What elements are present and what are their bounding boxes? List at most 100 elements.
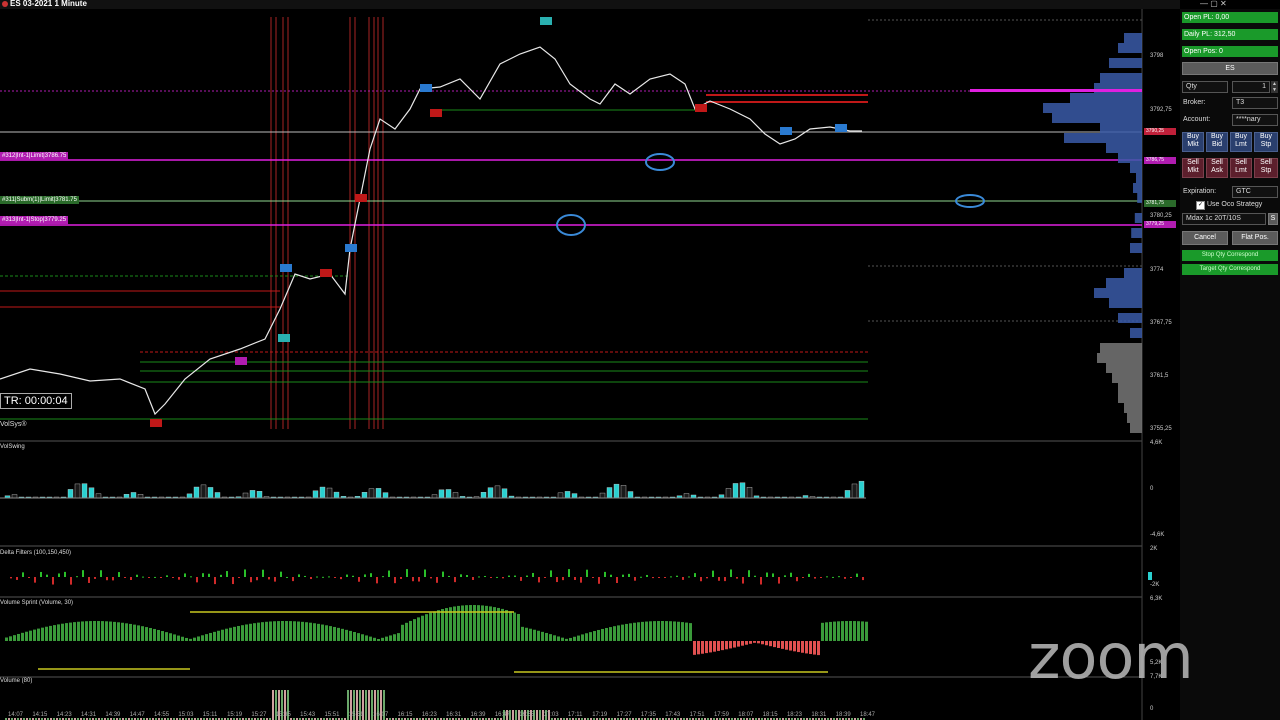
- sprint-bar: [833, 621, 836, 641]
- account-select[interactable]: ****nary: [1232, 114, 1278, 126]
- sprint-bar: [329, 626, 332, 641]
- delta-bar: [760, 577, 762, 585]
- sprint-bar: [141, 626, 144, 641]
- sprint-bar: [497, 607, 500, 641]
- time-label: 18:47: [860, 712, 876, 718]
- strategy-select[interactable]: Mdax 1c 20T/10S: [1182, 213, 1266, 225]
- broker-select[interactable]: T3: [1232, 97, 1278, 109]
- volume-profile-bar: [1118, 313, 1142, 323]
- delta-bar: [118, 572, 120, 577]
- qty-stepper[interactable]: ▲ ▼: [1271, 81, 1278, 93]
- volume-profile-bar: [1043, 103, 1142, 113]
- sprint-bar: [717, 641, 720, 651]
- sprint-bar: [657, 621, 660, 641]
- time-label: 15:19: [227, 712, 243, 718]
- volswing-bar: [11, 494, 18, 499]
- panel-scale: -2K: [1150, 582, 1160, 588]
- delta-bar: [64, 571, 66, 577]
- volume-profile-bar: [1052, 113, 1142, 123]
- qty-mode-select[interactable]: Qty: [1182, 81, 1228, 93]
- instrument-button[interactable]: ES: [1182, 62, 1278, 75]
- volswing-bar: [326, 487, 333, 499]
- sprint-bar: [245, 624, 248, 641]
- sprint-bar: [849, 621, 852, 641]
- panel-scale: 0: [1150, 706, 1154, 712]
- sprint-bar: [669, 621, 672, 641]
- volswing-bar: [452, 492, 459, 499]
- sell-stop-button[interactable]: Sell Stp: [1254, 158, 1278, 178]
- sprint-bar: [509, 611, 512, 641]
- sell-limit-button[interactable]: Sell Lmt: [1230, 158, 1252, 178]
- sprint-bar: [241, 625, 244, 641]
- sprint-bar: [761, 641, 764, 645]
- sprint-bar: [701, 641, 704, 654]
- expiration-select[interactable]: GTC: [1232, 186, 1278, 198]
- strategy-settings-button[interactable]: S: [1268, 213, 1278, 225]
- time-label: 15:59: [348, 712, 364, 718]
- flat-position-button[interactable]: Flat Pos.: [1232, 231, 1278, 245]
- qty-input[interactable]: 1: [1232, 81, 1270, 93]
- sprint-bar: [65, 623, 68, 641]
- sprint-bar: [333, 626, 336, 641]
- volume-bar: [539, 710, 541, 720]
- delta-bar: [838, 576, 840, 578]
- chart-canvas[interactable]: [0, 9, 1180, 720]
- order-tag-limit-311[interactable]: #311|Subm(1)|Limit|3781.75: [0, 196, 79, 204]
- delta-bar: [154, 576, 156, 578]
- delta-bar: [82, 570, 84, 577]
- volswing-bar: [207, 487, 214, 499]
- sprint-bar: [337, 627, 340, 641]
- time-label: 16:39: [470, 712, 486, 718]
- delta-bar: [160, 577, 162, 578]
- signal-box: [355, 194, 367, 202]
- cancel-button[interactable]: Cancel: [1182, 231, 1228, 245]
- sprint-bar: [433, 611, 436, 641]
- volume-profile-bar: [1106, 363, 1142, 373]
- panel-title-volume-sprint: Volume Sprint (Volume, 30): [0, 600, 74, 606]
- sell-ask-button[interactable]: Sell Ask: [1206, 158, 1228, 178]
- volswing-bar: [480, 492, 487, 499]
- sprint-bar: [465, 605, 468, 641]
- delta-bar: [724, 577, 726, 582]
- time-label: 14:47: [129, 712, 145, 718]
- sprint-bar: [33, 629, 36, 641]
- delta-bar: [112, 577, 114, 581]
- delta-bar: [34, 577, 36, 583]
- sprint-bar: [781, 641, 784, 649]
- time-label: 17:03: [543, 712, 559, 718]
- sprint-bar: [789, 641, 792, 651]
- title-bar: ES 03-2021 1 Minute: [0, 0, 1180, 9]
- sprint-bar: [89, 621, 92, 641]
- sprint-bar: [593, 631, 596, 641]
- window-controls[interactable]: — ▢ ✕: [1200, 0, 1227, 8]
- buy-stop-button[interactable]: Buy Stp: [1254, 132, 1278, 152]
- indicator-brand: VolSys®: [0, 421, 27, 428]
- delta-bar: [358, 577, 360, 582]
- oco-checkbox[interactable]: ✓: [1196, 201, 1205, 210]
- volume-profile-bar: [1133, 183, 1142, 193]
- volswing-bar: [123, 494, 130, 499]
- sprint-bar: [445, 608, 448, 641]
- sprint-bar: [9, 636, 12, 641]
- order-tag-limit-312[interactable]: #312|Int-1|Limit|3786.75: [0, 152, 69, 160]
- signal-box: [780, 127, 792, 135]
- time-label: 15:11: [202, 712, 218, 718]
- stop-qty-correspond-button[interactable]: Stop Qty Correspond: [1182, 250, 1278, 261]
- sprint-bar: [285, 621, 288, 641]
- order-tag-stop-313[interactable]: #313|Int-1|Stop|3779.25: [0, 216, 69, 224]
- buy-limit-button[interactable]: Buy Lmt: [1230, 132, 1252, 152]
- target-qty-correspond-button[interactable]: Target Qty Correspond: [1182, 264, 1278, 275]
- buy-market-button[interactable]: Buy Mkt: [1182, 132, 1204, 152]
- sell-market-button[interactable]: Sell Mkt: [1182, 158, 1204, 178]
- delta-bar: [292, 577, 294, 582]
- volswing-bar: [249, 490, 256, 499]
- delta-bar: [808, 573, 810, 577]
- sprint-bar: [145, 627, 148, 641]
- delta-bar: [682, 577, 684, 580]
- sprint-bar: [737, 641, 740, 647]
- sprint-bar: [237, 625, 240, 641]
- sprint-bar: [389, 635, 392, 641]
- volswing-bar: [361, 492, 368, 499]
- buy-bid-button[interactable]: Buy Bid: [1206, 132, 1228, 152]
- volume-profile-bar: [1109, 298, 1142, 308]
